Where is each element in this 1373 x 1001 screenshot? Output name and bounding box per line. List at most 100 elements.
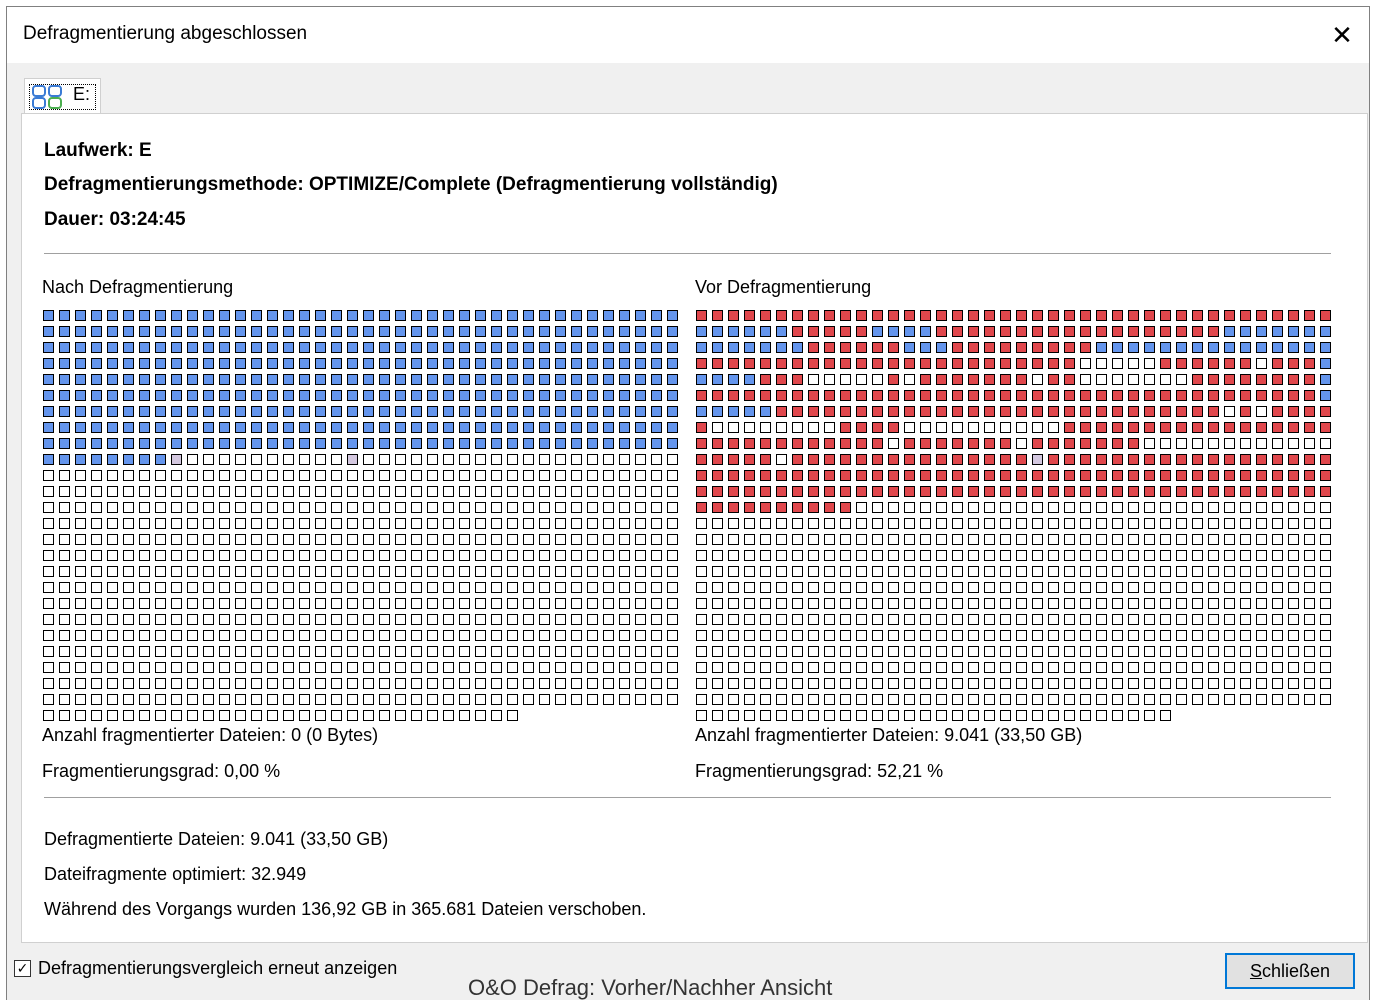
cluster-used [395, 422, 406, 433]
cluster-used [59, 310, 70, 321]
cluster-free [744, 694, 755, 705]
cluster-fragmented [776, 374, 787, 385]
cluster-free [267, 534, 278, 545]
cluster-used [696, 374, 707, 385]
cluster-free [1032, 598, 1043, 609]
cluster-free [475, 582, 486, 593]
cluster-free [235, 486, 246, 497]
cluster-free [331, 502, 342, 513]
cluster-free [1032, 550, 1043, 561]
cluster-free [1144, 438, 1155, 449]
cluster-used [299, 438, 310, 449]
cluster-used [187, 422, 198, 433]
cluster-fragmented [984, 406, 995, 417]
cluster-fragmented [1176, 422, 1187, 433]
cluster-fragmented [1224, 390, 1235, 401]
cluster-free [187, 502, 198, 513]
cluster-used [379, 374, 390, 385]
cluster-fragmented [1016, 342, 1027, 353]
cluster-fragmented [760, 358, 771, 369]
cluster-used [491, 342, 502, 353]
cluster-fragmented [920, 486, 931, 497]
cluster-free [235, 646, 246, 657]
cluster-fragmented [1016, 454, 1027, 465]
cluster-used [1224, 342, 1235, 353]
cluster-free [1256, 598, 1267, 609]
title-bar: Defragmentierung abgeschlossen ✕ [7, 7, 1369, 63]
cluster-fragmented [824, 406, 835, 417]
cluster-free [1208, 550, 1219, 561]
cluster-free [1224, 406, 1235, 417]
drive-icon [32, 85, 62, 109]
cluster-free [59, 710, 70, 721]
cluster-free [363, 470, 374, 481]
cluster-used [363, 310, 374, 321]
cluster-used [347, 326, 358, 337]
cluster-free [1096, 614, 1107, 625]
cluster-free [712, 550, 723, 561]
cluster-fragmented [1288, 358, 1299, 369]
cluster-used [1272, 342, 1283, 353]
cluster-used [651, 326, 662, 337]
cluster-used [491, 390, 502, 401]
cluster-free [872, 550, 883, 561]
cluster-fragmented [696, 358, 707, 369]
cluster-fragmented [840, 454, 851, 465]
cluster-free [123, 630, 134, 641]
cluster-fragmented [904, 310, 915, 321]
cluster-fragmented [1048, 454, 1059, 465]
cluster-used [888, 326, 899, 337]
cluster-used [667, 358, 678, 369]
cluster-free [203, 566, 214, 577]
cluster-free [1032, 566, 1043, 577]
cluster-free [1304, 598, 1315, 609]
cluster-free [968, 598, 979, 609]
cluster-free [331, 694, 342, 705]
cluster-fragmented [1016, 310, 1027, 321]
cluster-used [395, 358, 406, 369]
cluster-free [1320, 566, 1331, 577]
cluster-free [984, 694, 995, 705]
cluster-free [267, 662, 278, 673]
cluster-fragmented [1080, 438, 1091, 449]
cluster-free [603, 598, 614, 609]
cluster-free [107, 486, 118, 497]
cluster-fragmented [1176, 310, 1187, 321]
cluster-used [475, 358, 486, 369]
checkbox-box[interactable]: ✓ [14, 959, 31, 977]
cluster-free [1192, 518, 1203, 529]
cluster-fragmented [952, 486, 963, 497]
cluster-free [1224, 614, 1235, 625]
cluster-free [555, 614, 566, 625]
cluster-used [203, 358, 214, 369]
cluster-free [1224, 694, 1235, 705]
cluster-free [587, 534, 598, 545]
cluster-used [744, 326, 755, 337]
cluster-free [1176, 518, 1187, 529]
show-comparison-checkbox[interactable]: ✓ Defragmentierungsvergleich erneut anze… [14, 956, 397, 980]
cluster-free [667, 662, 678, 673]
cluster-free [1272, 694, 1283, 705]
cluster-free [603, 502, 614, 513]
cluster-used [555, 422, 566, 433]
cluster-used [555, 390, 566, 401]
cluster-free [395, 566, 406, 577]
close-button[interactable]: Schließen [1225, 953, 1355, 989]
cluster-fragmented [1304, 406, 1315, 417]
cluster-fragmented [1128, 422, 1139, 433]
cluster-free [459, 694, 470, 705]
cluster-fragmented [1240, 390, 1251, 401]
tab-drive-e[interactable]: E: [24, 78, 101, 114]
cluster-free [299, 694, 310, 705]
cluster-fragmented [920, 390, 931, 401]
cluster-fragmented [1112, 326, 1123, 337]
cluster-free [459, 518, 470, 529]
close-icon[interactable]: ✕ [1323, 17, 1361, 53]
cluster-fragmented [1240, 374, 1251, 385]
cluster-free [331, 582, 342, 593]
cluster-free [904, 518, 915, 529]
cluster-fragmented [920, 374, 931, 385]
cluster-fragmented [1176, 454, 1187, 465]
cluster-used [411, 342, 422, 353]
cluster-free [1016, 582, 1027, 593]
